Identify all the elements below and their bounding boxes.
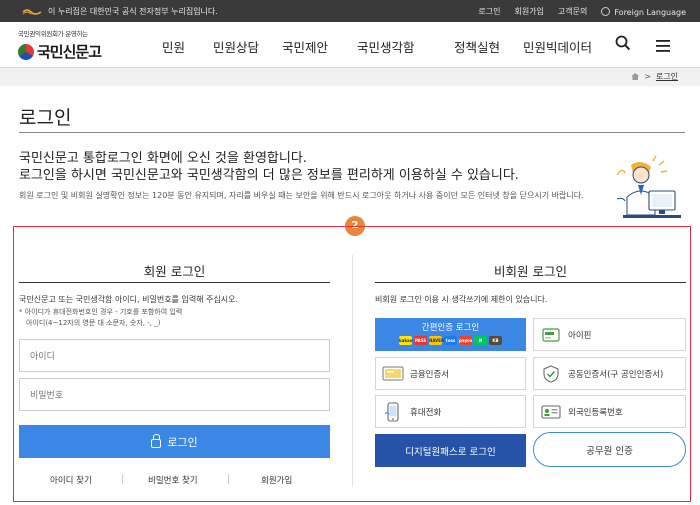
payco-icon: payco — [459, 336, 473, 345]
language-link[interactable]: Foreign Language — [601, 6, 686, 17]
intro-line-2: 로그인을 하시면 국민신문고와 국민생각함의 더 많은 정보를 편리하게 이용하… — [19, 168, 519, 183]
nonmember-title-underline — [375, 282, 686, 283]
nav-item-policy[interactable]: 정책실현 — [454, 37, 500, 56]
joint-cert-label: 공동인증서(구 공인인증서) — [568, 369, 664, 380]
ipin-icon — [540, 326, 562, 344]
joint-cert-button[interactable]: 공동인증서(구 공인인증서) — [533, 357, 686, 390]
easy-auth-providers: kakao PASS NAVER toss payco N KB — [375, 336, 526, 345]
page-title: 로그인 — [19, 107, 72, 129]
naver-icon: N — [474, 336, 487, 345]
nonmember-login-title: 비회원 로그인 — [494, 264, 567, 279]
easy-auth-login-button[interactable]: 간편인증 로그인 kakao PASS NAVER toss payco N K… — [375, 318, 526, 351]
shield-check-icon — [540, 364, 562, 383]
toss-icon: toss — [444, 336, 457, 345]
home-icon[interactable] — [631, 73, 640, 80]
link-separator — [228, 474, 229, 484]
nav-item-minwon[interactable]: 민원 — [162, 37, 185, 56]
logo-emblem-icon — [18, 43, 34, 60]
globe-icon — [601, 6, 611, 16]
logo-name: 국민신문고 — [37, 43, 102, 61]
naver-cert-icon: NAVER — [429, 336, 445, 345]
language-label: Foreign Language — [614, 7, 686, 17]
finance-cert-label: 금융인증서 — [410, 369, 450, 380]
ipin-button[interactable]: 아이핀 — [533, 318, 686, 351]
finance-cert-button[interactable]: 금융인증서 — [375, 357, 526, 390]
util-links: 로그인 회원가입 고객문의 Foreign Language — [478, 6, 686, 17]
lock-icon — [151, 433, 162, 448]
site-logo[interactable]: 국민권익위원회가 운영하는 국민신문고 — [18, 28, 102, 62]
intro-text: 국민신문고 통합로그인 화면에 오신 것을 환영합니다. 로그인을 하시면 국민… — [19, 150, 519, 184]
foreigner-auth-button[interactable]: 외국인등록번호 — [533, 395, 686, 428]
logo-subtitle: 국민권익위원회가 운영하는 — [18, 30, 88, 38]
gov-notice: 이 누리집은 대한민국 공식 전자정부 누리집입니다. — [22, 6, 218, 17]
id-input[interactable] — [19, 339, 330, 372]
hamburger-menu-icon[interactable] — [656, 37, 670, 56]
foreigner-auth-label: 외국인등록번호 — [568, 407, 623, 418]
find-password-link[interactable]: 비밀번호 찾기 — [148, 474, 198, 486]
welcome-illustration — [613, 155, 683, 227]
login-button-label: 로그인 — [167, 435, 198, 449]
title-divider — [19, 132, 685, 133]
digital-onepass-button[interactable]: 디지털원패스로 로그인 — [375, 434, 526, 467]
id-card-icon — [540, 403, 562, 421]
pass-icon: PASS — [414, 336, 427, 345]
kakao-icon: kakao — [399, 336, 413, 345]
member-hint-2: 아이디(4~12자의 영문 대 소문자, 숫자, -, _) — [26, 319, 161, 327]
finance-cert-icon — [382, 365, 404, 383]
breadcrumb-current[interactable]: 로그인 — [656, 71, 678, 82]
signup-link[interactable]: 회원가입 — [261, 474, 292, 486]
breadcrumb: > 로그인 — [631, 71, 678, 82]
member-title-underline — [19, 282, 330, 283]
site-header: 국민권익위원회가 운영하는 국민신문고 민원 민원상담 국민제안 국민생각함 정… — [0, 22, 700, 68]
login-button[interactable]: 로그인 — [19, 425, 330, 458]
column-divider — [352, 255, 353, 487]
breadcrumb-bar: > 로그인 — [0, 68, 700, 86]
util-login-link[interactable]: 로그인 — [478, 6, 500, 17]
member-login-title: 회원 로그인 — [143, 264, 206, 279]
util-signup-link[interactable]: 회원가입 — [514, 6, 543, 17]
gov-notice-text: 이 누리집은 대한민국 공식 전자정부 누리집입니다. — [48, 7, 218, 16]
gov-symbol-icon — [22, 8, 42, 16]
util-contact-link[interactable]: 고객문의 — [558, 6, 587, 17]
ipin-label: 아이핀 — [568, 330, 592, 341]
easy-auth-label: 간편인증 로그인 — [421, 323, 480, 333]
kb-icon: KB — [489, 336, 502, 345]
session-note: 회원 로그인 및 비회원 실명확인 정보는 120분 동안 유지되며, 자리를 … — [19, 191, 584, 200]
link-separator — [122, 474, 123, 484]
password-input[interactable] — [19, 378, 330, 411]
nav-item-bigdata[interactable]: 민원빅데이터 — [523, 37, 592, 56]
member-hint-1: * 아이디가 휴대전화번호인 경우 - 기호를 포함하여 입력 — [19, 308, 183, 316]
nav-item-consult[interactable]: 민원상담 — [213, 37, 259, 56]
nav-item-proposal[interactable]: 국민제안 — [282, 37, 328, 56]
mobile-phone-icon — [382, 401, 404, 422]
nav-item-opinion[interactable]: 국민생각함 — [357, 37, 415, 56]
civil-servant-auth-button[interactable]: 공무원 인증 — [533, 432, 686, 467]
search-icon[interactable] — [615, 35, 631, 55]
intro-line-1: 국민신문고 통합로그인 화면에 오신 것을 환영합니다. — [19, 151, 307, 166]
gov-banner: 이 누리집은 대한민국 공식 전자정부 누리집입니다. 로그인 회원가입 고객문… — [0, 0, 700, 22]
member-desc: 국민신문고 또는 국민생각함 아이디, 비밀번호를 입력해 주십시오. — [19, 295, 239, 304]
mobile-auth-label: 휴대전화 — [410, 407, 442, 418]
find-id-link[interactable]: 아이디 찾기 — [50, 474, 92, 486]
nonmember-desc: 비회원 로그인 이용 시 생각쓰기에 제한이 있습니다. — [375, 295, 548, 304]
breadcrumb-separator: > — [644, 72, 651, 81]
mobile-auth-button[interactable]: 휴대전화 — [375, 395, 526, 428]
